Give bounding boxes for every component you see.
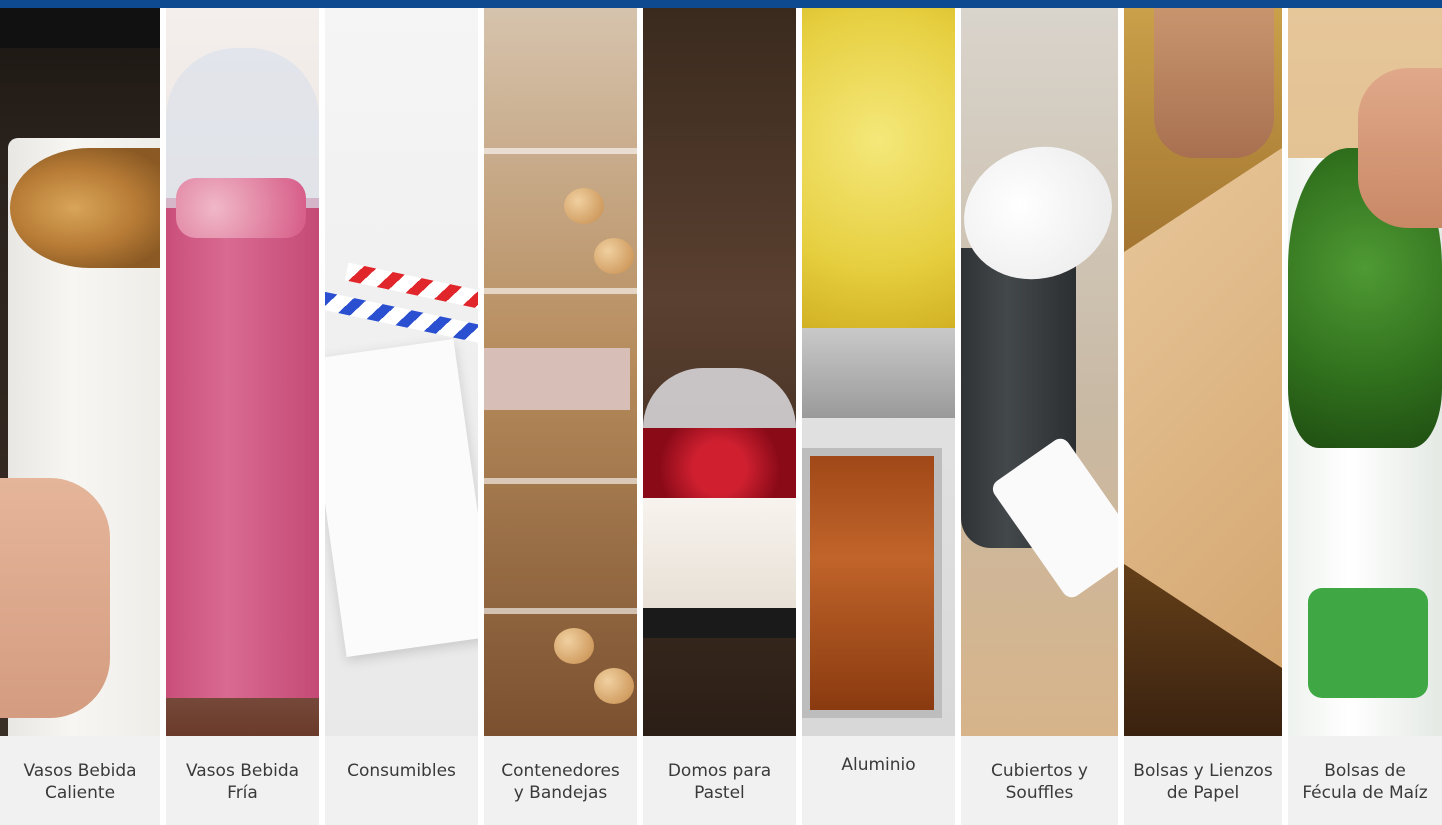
category-card-consumables[interactable]: Consumibles	[325, 8, 478, 825]
category-label: Domos para Pastel	[643, 736, 796, 825]
category-label: Contenedores y Bandejas	[484, 736, 637, 825]
category-label: Consumibles	[325, 736, 478, 825]
cake-domes-image	[643, 8, 796, 736]
category-grid: Vasos Bebida Caliente Vasos Bebida Fría …	[0, 8, 1442, 825]
category-label: Bolsas de Fécula de Maíz	[1288, 736, 1442, 825]
category-card-aluminum[interactable]: Aluminio	[802, 8, 955, 825]
category-card-cornstarch-bags[interactable]: Bolsas de Fécula de Maíz	[1288, 8, 1442, 825]
cornstarch-bags-image	[1288, 8, 1442, 736]
top-accent-bar	[0, 0, 1442, 8]
category-label: Cubiertos y Souffles	[961, 736, 1118, 825]
category-card-paper-bags[interactable]: Bolsas y Lienzos de Papel	[1124, 8, 1282, 825]
category-card-cutlery[interactable]: Cubiertos y Souffles	[961, 8, 1118, 825]
category-card-containers[interactable]: Contenedores y Bandejas	[484, 8, 637, 825]
aluminum-image	[802, 8, 955, 736]
category-label: Aluminio	[802, 736, 955, 825]
consumables-image	[325, 8, 478, 736]
category-card-cake-domes[interactable]: Domos para Pastel	[643, 8, 796, 825]
paper-bags-image	[1124, 8, 1282, 736]
category-label: Vasos Bebida Fría	[166, 736, 319, 825]
cold-cups-image	[166, 8, 319, 736]
cutlery-image	[961, 8, 1118, 736]
category-label: Bolsas y Lienzos de Papel	[1124, 736, 1282, 825]
containers-image	[484, 8, 637, 736]
category-card-cold-cups[interactable]: Vasos Bebida Fría	[166, 8, 319, 825]
category-card-hot-cups[interactable]: Vasos Bebida Caliente	[0, 8, 160, 825]
category-label: Vasos Bebida Caliente	[0, 736, 160, 825]
hot-cups-image	[0, 8, 160, 736]
